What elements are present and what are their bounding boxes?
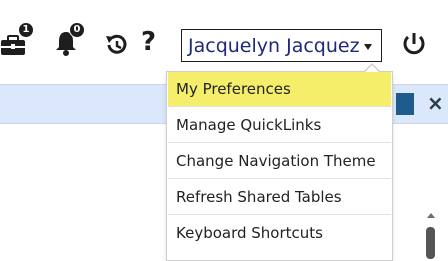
- history-button[interactable]: [103, 33, 129, 61]
- menu-item-refresh-shared-tables[interactable]: Refresh Shared Tables: [168, 180, 391, 215]
- help-icon[interactable]: ?: [141, 27, 156, 57]
- menu-item-my-preferences[interactable]: My Preferences: [168, 72, 391, 107]
- user-dropdown-menu: My Preferences Manage QuickLinks Change …: [166, 71, 393, 261]
- scrollbar-thumb[interactable]: [426, 227, 435, 259]
- power-icon: [403, 33, 425, 55]
- user-name: Jacquelyn Jacquez: [188, 34, 360, 57]
- menu-item-keyboard-shortcuts[interactable]: Keyboard Shortcuts: [168, 216, 391, 251]
- notifications-button[interactable]: 0: [55, 22, 85, 60]
- briefcase-count-badge: 1: [18, 22, 34, 38]
- dropdown-pointer-fill: [365, 65, 379, 72]
- close-icon[interactable]: ×: [427, 91, 444, 115]
- history-icon: [106, 34, 127, 54]
- user-menu-button[interactable]: Jacquelyn Jacquez: [181, 29, 382, 62]
- banner-action-button[interactable]: [396, 93, 414, 115]
- briefcase-button[interactable]: 1: [0, 22, 34, 60]
- chevron-down-icon: [363, 44, 372, 50]
- notifications-count-badge: 0: [69, 22, 85, 38]
- menu-item-manage-quicklinks[interactable]: Manage QuickLinks: [168, 108, 391, 143]
- menu-item-change-navigation-theme[interactable]: Change Navigation Theme: [168, 144, 391, 179]
- scroll-up-arrow-icon[interactable]: [427, 213, 435, 218]
- logout-button[interactable]: [401, 31, 427, 61]
